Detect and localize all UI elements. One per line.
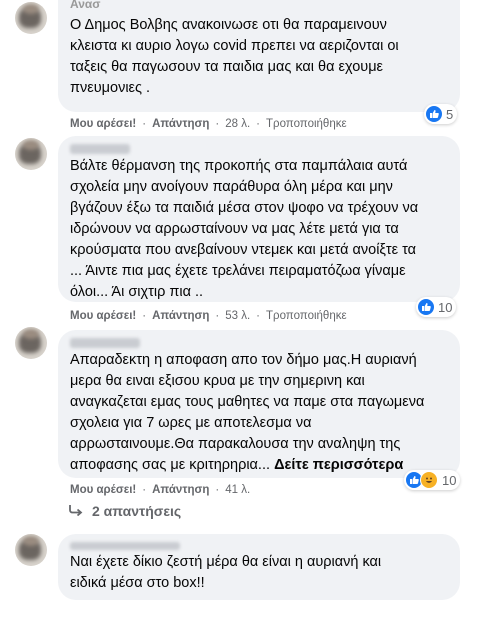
timestamp[interactable]: 53 λ. [225,310,250,322]
commenter-name[interactable] [70,542,448,550]
view-replies-link[interactable]: 2 απαντήσεις [68,503,181,519]
avatar[interactable] [15,327,47,359]
commenter-name[interactable]: Ανασ [70,0,448,9]
timestamp[interactable]: 28 λ. [225,118,250,130]
edited-label[interactable]: Τροποποιήθηκε [266,118,347,130]
avatar[interactable] [15,138,47,170]
like-button[interactable]: Μου αρέσει! [70,310,136,322]
reply-button[interactable]: Απάντηση [152,310,209,322]
reply-button[interactable]: Απάντηση [152,484,209,496]
comment-text: Απαραδεκτη η αποφαση απο τον δήμο μας.Η … [70,352,425,473]
comment-text: Βάλτε θέρμανση της προκοπής στα παμπάλαι… [70,158,419,300]
comment-actions: Μου αρέσει! · Απάντηση · 41 λ. [70,484,251,496]
avatar[interactable] [15,534,47,566]
reaction-count[interactable]: 10 [404,470,461,490]
like-icon [426,106,442,122]
comment-text: Ο Δημος Βολβης ανακοινωσε οτι θα παραμει… [70,17,399,96]
like-button[interactable]: Μου αρέσει! [70,484,136,496]
comment-bubble: Βάλτε θέρμανση της προκοπής στα παμπάλαι… [58,136,460,302]
reaction-count[interactable]: 5 [424,104,458,124]
reaction-count[interactable]: 10 [416,297,457,317]
comment-actions: Μου αρέσει! · Απάντηση · 53 λ. · Τροποπο… [70,310,347,322]
see-more-link[interactable]: Δείτε περισσότερα [274,457,403,473]
like-icon [418,299,434,315]
commenter-name[interactable] [70,144,448,154]
like-button[interactable]: Μου αρέσει! [70,118,136,130]
comment-bubble: Ναι έχετε δίκιο ζεστή μέρα θα είναι η αυ… [58,534,460,600]
comment-text: Ναι έχετε δίκιο ζεστή μέρα θα είναι η αυ… [70,554,382,591]
reply-button[interactable]: Απάντηση [152,118,209,130]
commenter-name[interactable] [70,338,448,348]
avatar[interactable] [15,2,47,34]
comment-bubble: Απαραδεκτη η αποφαση απο τον δήμο μας.Η … [58,330,460,478]
comment-bubble: Ανασ Ο Δημος Βολβης ανακοινωσε οτι θα πα… [58,0,460,112]
haha-icon [420,471,438,489]
edited-label[interactable]: Τροποποιήθηκε [266,310,347,322]
comment-actions: Μου αρέσει! · Απάντηση · 28 λ. · Τροποπο… [70,118,347,130]
timestamp[interactable]: 41 λ. [225,484,250,496]
reply-arrow-icon [68,503,84,519]
